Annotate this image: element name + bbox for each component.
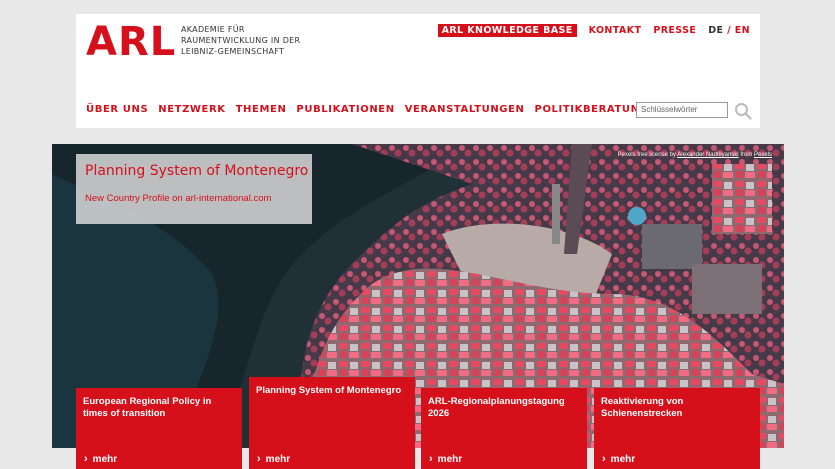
tagline-line-1: AKADEMIE FÜR [181,25,245,34]
hero-subtitle[interactable]: New Country Profile on arl-international… [85,193,271,204]
credit-author-link[interactable]: Alexander Nadrilyanski [677,152,738,158]
card-title[interactable]: Reaktivierung von Schienenstrecken [601,396,751,420]
more-link[interactable]: › mehr [429,453,462,465]
more-label: mehr [610,453,636,465]
hero-title[interactable]: Planning System of Montenegro [85,163,308,179]
chevron-right-icon: › [257,453,261,465]
image-credit: Pexels free license by Alexander Nadrily… [618,152,772,158]
search-input[interactable]: Schlüsselwörter [636,102,728,118]
teaser-card-schienenstrecken[interactable]: Reaktivierung von Schienenstrecken › meh… [594,388,760,469]
top-navigation: ARL KNOWLEDGE BASE KONTAKT PRESSE DE / E… [437,24,750,37]
nav-ueber-uns[interactable]: ÜBER UNS [86,104,148,115]
search-icon[interactable] [734,102,752,120]
more-link[interactable]: › mehr [84,453,117,465]
nav-netzwerk[interactable]: NETZWERK [158,104,225,115]
presse-link[interactable]: PRESSE [653,25,696,36]
lang-separator: / [727,25,732,36]
tagline-line-3: LEIBNIZ-GEMEINSCHAFT [181,47,285,56]
site-header: ARL AKADEMIE FÜR RAUMENTWICKLUNG IN DER … [76,14,760,128]
card-title[interactable]: European Regional Policy in times of tra… [83,396,233,420]
chevron-right-icon: › [84,453,88,465]
teaser-card-regional-policy[interactable]: European Regional Policy in times of tra… [76,388,242,469]
arl-logo[interactable]: ARL [86,22,176,62]
nav-veranstaltungen[interactable]: VERANSTALTUNGEN [405,104,525,115]
teaser-card-regionalplanungstagung[interactable]: ARL-Regionalplanungstagung 2026 › mehr [421,388,587,469]
nav-politikberatung[interactable]: POLITIKBERATUNG [535,104,649,115]
chevron-right-icon: › [429,453,433,465]
more-label: mehr [92,453,118,465]
credit-from: from [740,152,753,158]
lang-en-link[interactable]: EN [735,25,750,36]
more-link[interactable]: › mehr [257,453,290,465]
main-navigation: ÜBER UNS NETZWERK THEMEN PUBLIKATIONEN V… [86,104,648,115]
logo-tagline: AKADEMIE FÜR RAUMENTWICKLUNG IN DER LEIB… [181,24,300,57]
hero-feature-box[interactable]: Planning System of Montenegro New Countr… [76,154,312,224]
nav-themen[interactable]: THEMEN [236,104,287,115]
credit-source-link[interactable]: Pexels [754,152,772,158]
nav-publikationen[interactable]: PUBLIKATIONEN [296,104,394,115]
chevron-right-icon: › [602,453,606,465]
kontakt-link[interactable]: KONTAKT [589,25,642,36]
lang-de-link[interactable]: DE [708,25,723,36]
more-link[interactable]: › mehr [602,453,635,465]
tagline-line-2: RAUMENTWICKLUNG IN DER [181,36,301,45]
card-title[interactable]: ARL-Regionalplanungstagung 2026 [428,396,578,420]
card-title[interactable]: Planning System of Montenegro [256,385,406,397]
knowledge-base-link[interactable]: ARL KNOWLEDGE BASE [437,24,577,37]
more-label: mehr [265,453,291,465]
language-switcher: DE / EN [708,25,750,36]
more-label: mehr [437,453,463,465]
credit-prefix: Pexels free license by [617,152,676,158]
teaser-card-montenegro[interactable]: Planning System of Montenegro › mehr [249,377,415,469]
